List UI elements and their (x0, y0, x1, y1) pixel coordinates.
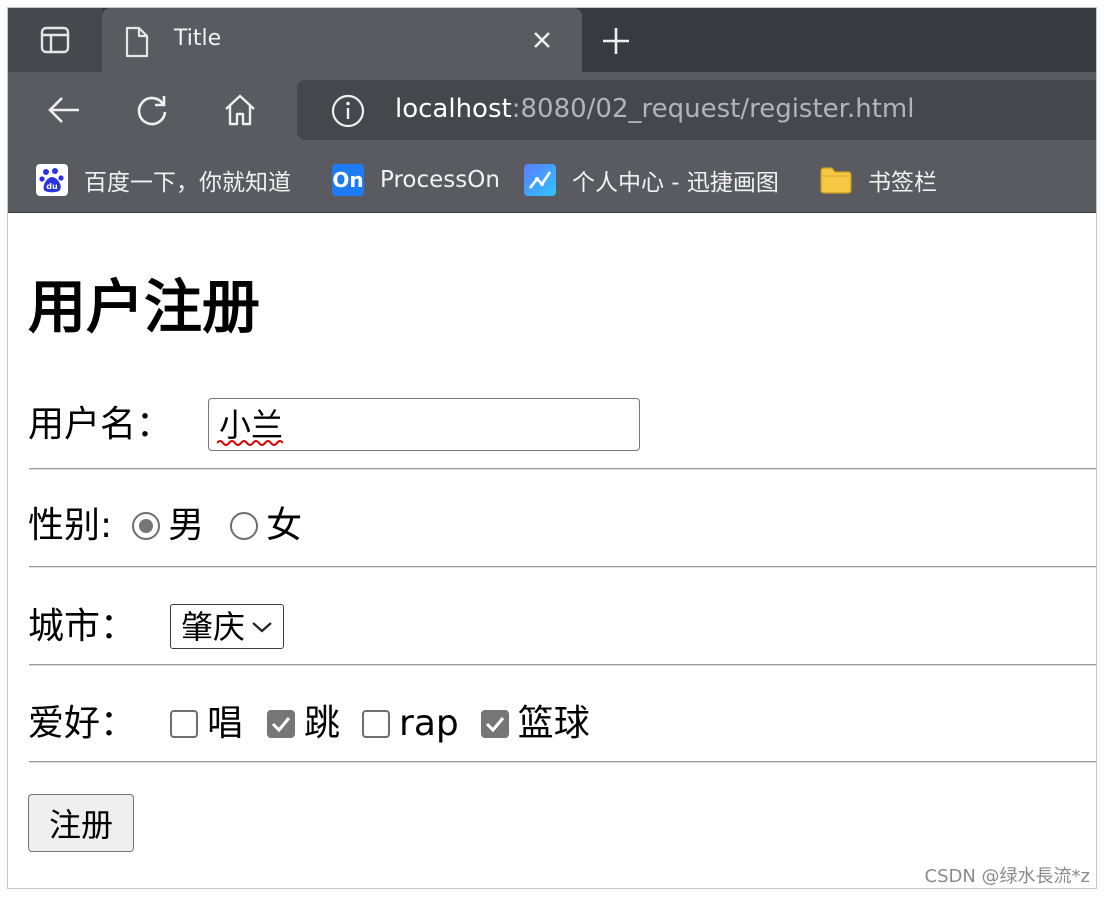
city-select[interactable]: 肇庆 (170, 604, 285, 649)
bookmark-folder[interactable]: 书签栏 (820, 163, 937, 197)
watermark: CSDN @绿水長流*z (924, 866, 1091, 887)
browser-window: Title localhost:8080/02_request/register… (7, 7, 1097, 889)
bookmark-label: 个人中心 - 迅捷画图 (572, 170, 779, 196)
site-info-icon[interactable] (331, 94, 365, 128)
gender-row: 性别: 男 女 (28, 504, 302, 548)
bookmark-xunjie[interactable]: 个人中心 - 迅捷画图 (524, 163, 779, 197)
hobby-dance-label: 跳 (304, 703, 341, 744)
hobby-sing-label: 唱 (207, 703, 244, 744)
bookmark-label: 百度一下，你就知道 (84, 170, 291, 196)
gender-female-label: 女 (266, 505, 303, 546)
tab-strip: Title (8, 8, 1096, 72)
navigation-toolbar: localhost:8080/02_request/register.html (8, 72, 1096, 147)
tab-actions-button[interactable] (8, 8, 102, 72)
hobby-row: 爱好： 唱 跳 rap 篮球 (28, 702, 590, 746)
reload-icon (137, 96, 167, 126)
chevron-down-icon (252, 621, 272, 632)
register-button[interactable]: 注册 (28, 794, 134, 852)
hobby-basketball-checkbox[interactable] (480, 710, 509, 738)
xunjie-icon (524, 164, 556, 196)
tab-active[interactable]: Title (102, 8, 582, 72)
document-icon (125, 26, 149, 58)
close-tab-icon[interactable] (532, 30, 552, 50)
bookmark-label: 书签栏 (868, 170, 937, 196)
folder-icon (820, 164, 852, 196)
tab-actions-icon (40, 26, 70, 54)
gender-label: 性别: (28, 505, 113, 546)
home-icon (225, 94, 255, 126)
home-button[interactable] (222, 92, 258, 128)
hobby-rap-label: rap (399, 703, 459, 744)
reload-button[interactable] (134, 92, 170, 128)
city-selected-value: 肇庆 (181, 607, 246, 646)
url-path: :8080/02_request/register.html (511, 94, 915, 124)
hobby-label: 爱好： (28, 703, 137, 744)
gender-male-radio[interactable] (132, 512, 161, 540)
bookmark-label: ProcessOn (380, 167, 500, 193)
bookmark-processon[interactable]: On ProcessOn (332, 163, 500, 197)
spellcheck-underline (217, 440, 284, 446)
address-bar[interactable]: localhost:8080/02_request/register.html (297, 80, 1096, 140)
gender-male-label: 男 (168, 505, 205, 546)
divider (29, 566, 1096, 568)
baidu-icon: du (36, 164, 68, 196)
divider (29, 761, 1096, 763)
tab-title: Title (174, 26, 222, 51)
username-input[interactable]: 小兰 (208, 398, 641, 451)
username-label: 用户名： (28, 403, 173, 445)
city-row: 城市： 肇庆 (28, 604, 285, 649)
username-row: 用户名： 小兰 (28, 398, 641, 451)
gender-female-radio[interactable] (230, 512, 259, 540)
back-button[interactable] (46, 92, 82, 128)
new-tab-icon[interactable] (601, 26, 631, 56)
city-label: 城市： (28, 605, 137, 647)
hobby-dance-checkbox[interactable] (267, 710, 296, 738)
checkmark-icon (271, 717, 291, 733)
url-host: localhost (395, 94, 512, 124)
bookmarks-bar: du 百度一下，你就知道 On ProcessOn 个人中心 - 迅捷画图 书签… (8, 147, 1096, 213)
divider (29, 468, 1096, 470)
svg-text:du: du (46, 182, 58, 191)
checkmark-icon (485, 717, 504, 733)
back-arrow-icon (48, 97, 79, 123)
hobby-sing-checkbox[interactable] (170, 710, 199, 738)
processon-icon: On (332, 164, 364, 196)
bookmark-baidu[interactable]: du 百度一下，你就知道 (36, 163, 291, 197)
page-title: 用户注册 (28, 273, 261, 341)
page-content: 用户注册 用户名： 小兰 性别: 男 女 城市： 肇庆 爱好： 唱 跳 rap … (8, 214, 1096, 888)
address-url: localhost:8080/02_request/register.html (395, 94, 914, 124)
divider (29, 664, 1096, 666)
hobby-rap-checkbox[interactable] (362, 710, 391, 738)
hobby-basketball-label: 篮球 (517, 703, 590, 744)
